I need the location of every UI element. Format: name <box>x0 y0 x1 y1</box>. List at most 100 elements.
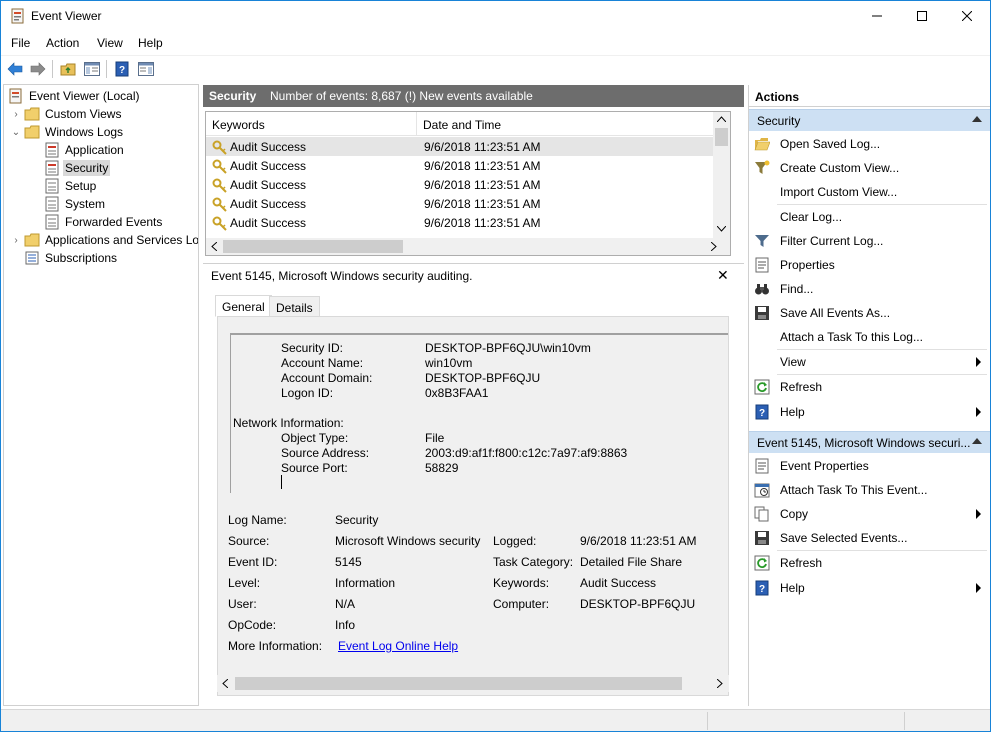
action-label: Create Custom View... <box>780 161 900 175</box>
column-header-keywords[interactable]: Keywords <box>206 112 417 136</box>
events-vertical-scrollbar[interactable] <box>713 112 730 239</box>
status-segment <box>904 712 905 730</box>
minimize-button[interactable] <box>854 1 900 31</box>
action-open-saved-log[interactable]: Open Saved Log... <box>749 133 990 155</box>
menu-action[interactable]: Action <box>46 36 79 50</box>
tree-item-applications-and-services[interactable]: › Applications and Services Lo <box>10 231 199 249</box>
show-hide-action-pane-button[interactable] <box>136 59 156 79</box>
tree-label: Windows Logs <box>45 125 124 139</box>
event-row[interactable]: Audit Success 9/6/2018 11:23:51 AM <box>206 213 722 232</box>
collapse-up-icon <box>972 116 982 122</box>
scroll-thumb[interactable] <box>235 677 682 690</box>
menu-view[interactable]: View <box>97 36 123 50</box>
text-cursor <box>281 475 282 489</box>
close-icon[interactable]: ✕ <box>717 267 729 284</box>
section-label: Event 5145, Microsoft Windows securi... <box>757 436 971 450</box>
action-import-custom-view[interactable]: Import Custom View... <box>749 181 990 203</box>
tab-details[interactable]: Details <box>269 296 320 318</box>
event-viewer-window: Event Viewer File Action View Help ? Eve… <box>0 0 991 732</box>
events-horizontal-scrollbar[interactable] <box>206 238 730 255</box>
log-icon <box>45 142 59 158</box>
action-refresh[interactable]: Refresh <box>749 376 990 398</box>
menu-help[interactable]: Help <box>138 36 163 50</box>
action-filter-current-log[interactable]: Filter Current Log... <box>749 230 990 252</box>
action-label: Refresh <box>780 380 823 394</box>
forward-button[interactable] <box>28 59 48 79</box>
action-save-all-events[interactable]: Save All Events As... <box>749 302 990 324</box>
actions-section-event[interactable]: Event 5145, Microsoft Windows securi... <box>749 431 990 453</box>
action-attach-task-to-event[interactable]: Attach Task To This Event... <box>749 479 990 501</box>
desc-value: DESKTOP-BPF6QJU <box>425 371 541 385</box>
action-view[interactable]: View <box>749 351 990 373</box>
action-help-event[interactable]: ? Help <box>749 577 990 599</box>
chevron-down-icon[interactable]: ⌄ <box>10 126 22 138</box>
desc-label: Object Type: <box>281 431 349 445</box>
scroll-thumb[interactable] <box>715 128 728 146</box>
tree-item-system[interactable]: System <box>44 195 107 213</box>
folder-up-icon <box>60 63 76 76</box>
maximize-button[interactable] <box>899 1 945 31</box>
scroll-left-icon <box>211 242 217 251</box>
chevron-right-icon[interactable]: › <box>10 108 22 120</box>
action-help[interactable]: ? Help <box>749 401 990 423</box>
tree-item-windows-logs[interactable]: ⌄ Windows Logs <box>10 123 125 141</box>
prop-value: Info <box>335 618 356 632</box>
prop-label: Source: <box>228 534 270 548</box>
import-view-icon <box>754 184 770 200</box>
action-find[interactable]: Find... <box>749 278 990 300</box>
help-button[interactable]: ? <box>112 59 132 79</box>
column-header-date-time[interactable]: Date and Time <box>417 112 717 136</box>
action-clear-log[interactable]: Clear Log... <box>749 206 990 228</box>
event-description[interactable]: Security ID: DESKTOP-BPF6QJU\win10vm Acc… <box>230 333 728 493</box>
help-book-icon: ? <box>755 580 769 596</box>
tree-item-custom-views[interactable]: › Custom Views <box>10 105 123 123</box>
tab-general[interactable]: General <box>215 295 272 317</box>
chevron-right-icon[interactable]: › <box>10 234 22 246</box>
event-detail-title: Event 5145, Microsoft Windows security a… <box>211 269 473 283</box>
event-row[interactable]: Audit Success 9/6/2018 11:23:51 AM <box>206 194 722 213</box>
action-refresh-event[interactable]: Refresh <box>749 552 990 574</box>
scroll-thumb[interactable] <box>223 240 403 253</box>
action-label: Filter Current Log... <box>780 234 884 248</box>
event-row[interactable]: Audit Success 9/6/2018 11:23:51 AM <box>206 137 722 156</box>
desc-label: Account Domain: <box>281 371 373 385</box>
prop-label: More Information: <box>228 639 323 653</box>
action-properties[interactable]: Properties <box>749 254 990 276</box>
action-save-selected-events[interactable]: Save Selected Events... <box>749 527 990 549</box>
close-button[interactable] <box>944 1 990 31</box>
prop-value: Microsoft Windows security <box>335 534 481 548</box>
tree-item-event-viewer-local[interactable]: Event Viewer (Local) <box>8 87 142 105</box>
tree-item-application[interactable]: Application <box>44 141 126 159</box>
menu-file[interactable]: File <box>11 36 30 50</box>
refresh-icon <box>754 555 770 571</box>
event-row[interactable]: Audit Success 9/6/2018 11:23:51 AM <box>206 156 722 175</box>
tree-label: System <box>65 197 106 211</box>
action-attach-task-to-log[interactable]: Attach a Task To this Log... <box>749 326 990 348</box>
event-row[interactable]: Audit Success 9/6/2018 11:23:51 AM <box>206 175 722 194</box>
up-folder-button[interactable] <box>58 59 78 79</box>
tree-label: Applications and Services Lo <box>45 233 199 247</box>
actions-section-security[interactable]: Security <box>749 109 990 131</box>
show-hide-tree-button[interactable] <box>82 59 102 79</box>
tree-item-setup[interactable]: Setup <box>44 177 98 195</box>
actions-separator <box>777 204 987 205</box>
svg-text:?: ? <box>759 584 765 595</box>
prop-label: User: <box>228 597 257 611</box>
prop-label: Level: <box>228 576 261 590</box>
event-log-online-help-link[interactable]: Event Log Online Help <box>338 639 458 653</box>
tree-label: Custom Views <box>45 107 122 121</box>
desc-label: Security ID: <box>281 341 344 355</box>
back-button[interactable] <box>5 59 25 79</box>
collapse-up-icon <box>972 438 982 444</box>
tree-item-security[interactable]: Security <box>44 159 111 177</box>
action-copy[interactable]: Copy <box>749 503 990 525</box>
tree-item-subscriptions[interactable]: Subscriptions <box>24 249 119 267</box>
action-create-custom-view[interactable]: Create Custom View... <box>749 157 990 179</box>
detail-horizontal-scrollbar[interactable] <box>217 675 729 692</box>
action-event-properties[interactable]: Event Properties <box>749 455 990 477</box>
properties-icon <box>755 458 769 474</box>
tree-item-forwarded-events[interactable]: Forwarded Events <box>44 213 164 231</box>
desc-label: Account Name: <box>281 356 364 370</box>
refresh-icon <box>754 379 770 395</box>
minimize-icon <box>872 15 882 17</box>
